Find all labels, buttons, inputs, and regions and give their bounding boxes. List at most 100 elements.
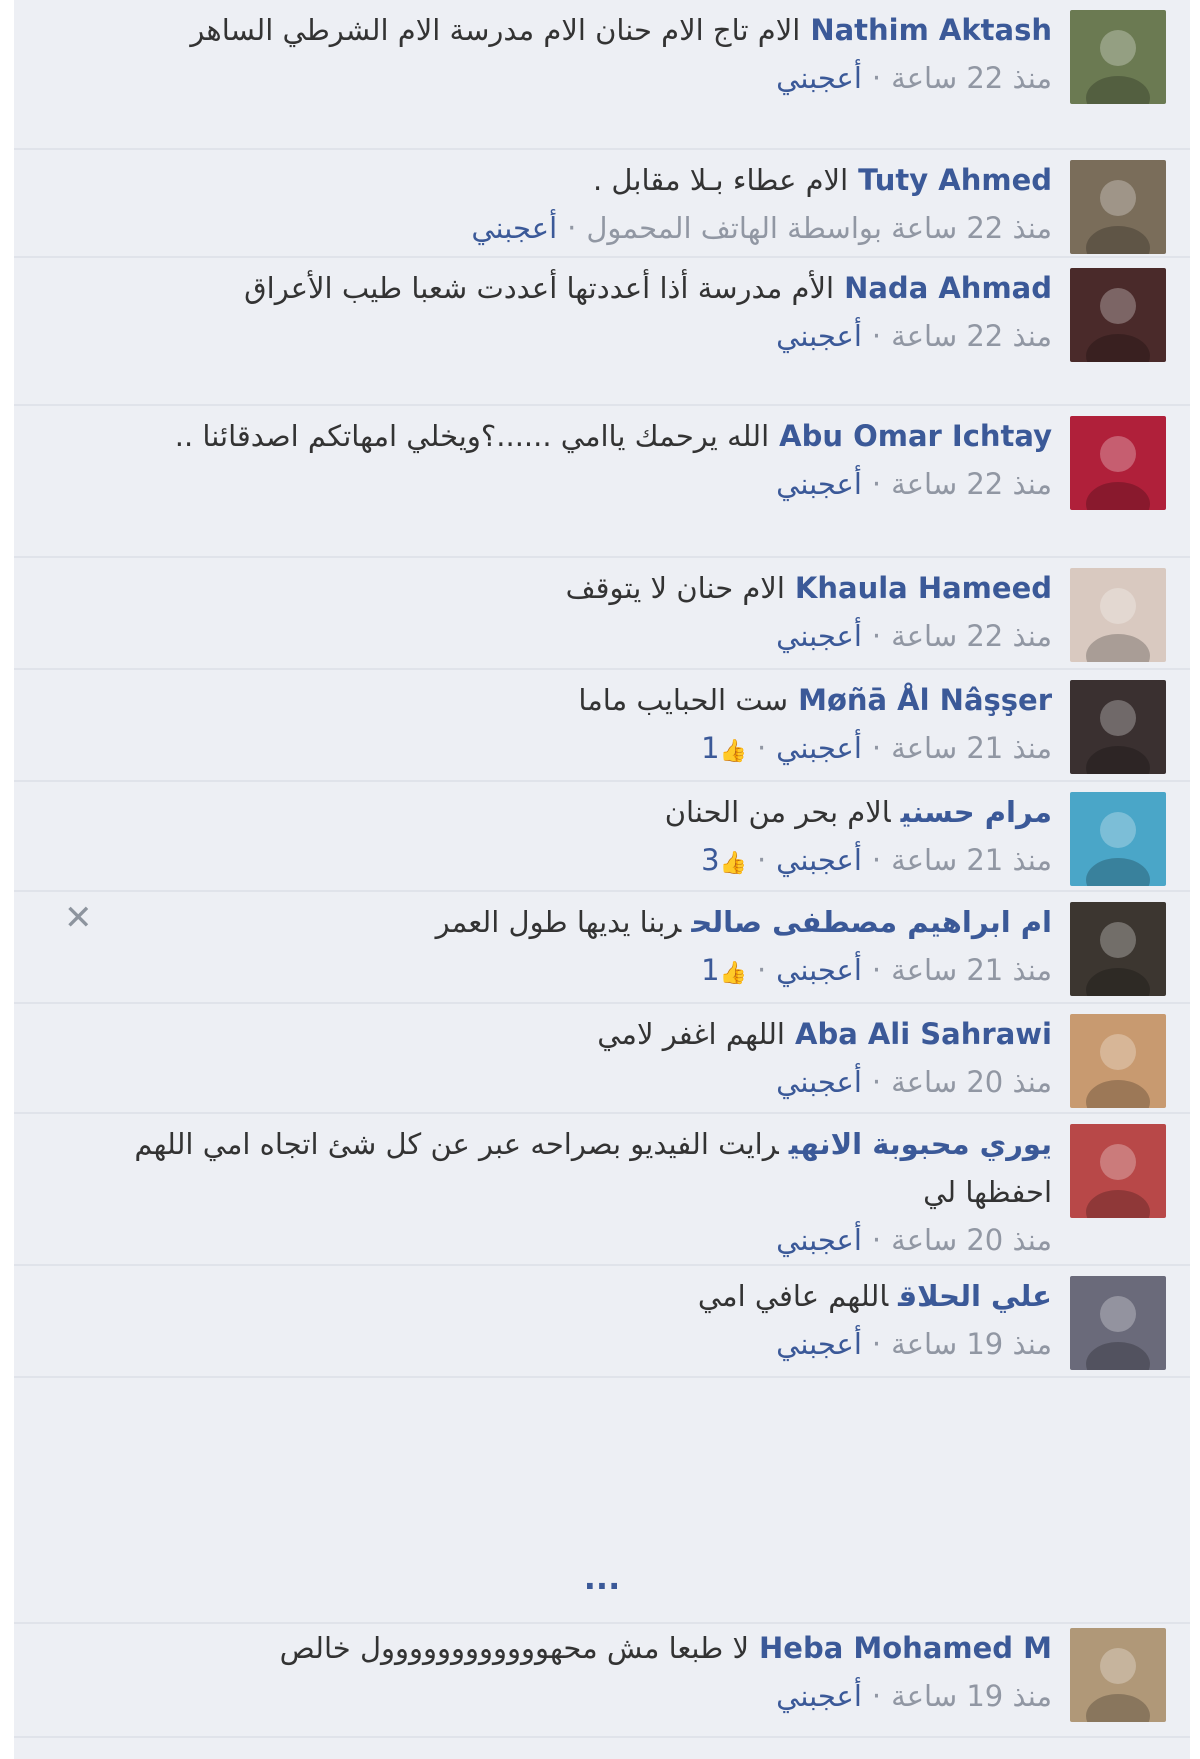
comment-timestamp[interactable]: منذ 21 ساعة [891, 843, 1052, 877]
comment-message: الام تاج الام حنان الام مدرسة الام الشرط… [190, 13, 801, 47]
comment-author[interactable]: Nathim Aktash [810, 13, 1052, 47]
comment-message: اللهم عافي امي [697, 1279, 889, 1313]
like-link[interactable]: أعجبني [776, 953, 862, 987]
comment-timestamp[interactable]: منذ 19 ساعة [891, 1327, 1052, 1361]
like-link[interactable]: أعجبني [776, 319, 862, 353]
comment-feed: Nathim Aktash الام تاج الام حنان الام مدر… [14, 0, 1190, 1759]
comment-text: Nada Ahmad الأم مدرسة أذا أعددتها أعددت ش… [54, 264, 1052, 312]
comment-item: ام ابراهيم مصطفى صالح ربنا يديها طول العم… [14, 892, 1190, 1004]
like-link[interactable]: أعجبني [471, 211, 557, 245]
comment-author[interactable]: مرام حسني [901, 795, 1052, 829]
comment-meta: منذ 22 ساعة · أعجبني [54, 312, 1052, 360]
comment-author[interactable]: Møñā Ål Nâşşer [798, 683, 1052, 717]
comment-body: مرام حسني الام بحر من الحنان منذ 21 ساعة · أ… [54, 788, 1052, 888]
comment-text: Tuty Ahmed الام عطاء بـلا مقابل . [54, 156, 1052, 204]
comment-author[interactable]: يوري محبوبة الانهي [789, 1127, 1052, 1161]
comment-meta: منذ 19 ساعة · أعجبني [54, 1320, 1052, 1368]
comment-author[interactable]: Abu Omar Ichtay [779, 419, 1052, 453]
comment-author[interactable]: Heba Mohamed M [759, 1631, 1052, 1665]
comment-body: Aba Ali Sahrawi اللهم اغفر لامي منذ 20 ساع… [54, 1010, 1052, 1106]
like-count[interactable]: 👍1 [701, 731, 747, 765]
like-link[interactable]: أعجبني [776, 1223, 862, 1257]
comment-meta: منذ 21 ساعة · أعجبني · 👍1 [54, 946, 1052, 998]
avatar[interactable] [1070, 680, 1166, 774]
comment-author[interactable]: Aba Ali Sahrawi [795, 1017, 1052, 1051]
like-link[interactable]: أعجبني [776, 619, 862, 653]
separator-dot: · [871, 61, 882, 95]
comment-body: Heba Mohamed M لا طبعا مش محهوووووووووووو… [54, 1624, 1052, 1720]
comment-body: Khaula Hameed الام حنان لا يتوقف منذ 22 سا… [54, 564, 1052, 660]
comment-timestamp[interactable]: منذ 22 ساعة [891, 467, 1052, 501]
comment-timestamp[interactable]: منذ 20 ساعة [891, 1065, 1052, 1099]
comment-body: Nathim Aktash الام تاج الام حنان الام مدر… [54, 6, 1052, 102]
comment-timestamp[interactable]: منذ 21 ساعة [891, 953, 1052, 987]
comment-body: Nada Ahmad الأم مدرسة أذا أعددتها أعددت ش… [54, 264, 1052, 360]
avatar[interactable] [1070, 902, 1166, 996]
separator-dot: · [567, 211, 577, 245]
avatar[interactable] [1070, 1124, 1166, 1218]
comment-meta: منذ 20 ساعة · أعجبني [54, 1058, 1052, 1106]
close-icon[interactable]: ✕ [64, 898, 93, 938]
comment-meta: منذ 22 ساعة · أعجبني [54, 612, 1052, 660]
comment-author[interactable]: علي الحلاق [898, 1279, 1052, 1313]
separator-dot: · [871, 619, 882, 653]
avatar[interactable] [1070, 792, 1166, 886]
separator-dot: · [756, 953, 767, 987]
comment-item: Møñā Ål Nâşşer ست الحبايب ماما منذ 21 ساعة… [14, 670, 1190, 782]
comment-timestamp[interactable]: منذ 22 ساعة [891, 619, 1052, 653]
comment-message: لا طبعا مش محهوووووووووووول خالص [279, 1631, 750, 1665]
comment-text: Nathim Aktash الام تاج الام حنان الام مدر… [54, 6, 1052, 54]
like-count-value: 3 [701, 843, 720, 877]
comment-text: Heba Mohamed M لا طبعا مش محهوووووووووووو… [54, 1624, 1052, 1672]
avatar[interactable] [1070, 160, 1166, 254]
like-link[interactable]: أعجبني [776, 843, 862, 877]
comment-text: Aba Ali Sahrawi اللهم اغفر لامي [54, 1010, 1052, 1058]
comment-text: يوري محبوبة الانهيرايت الفيديو بصراحه عب… [54, 1120, 1052, 1216]
avatar[interactable] [1070, 1014, 1166, 1108]
avatar[interactable] [1070, 10, 1166, 104]
comment-author[interactable]: Nada Ahmad [844, 271, 1052, 305]
comment-item: يوري محبوبة الانهيرايت الفيديو بصراحه عب… [14, 1114, 1190, 1266]
avatar[interactable] [1070, 416, 1166, 510]
comment-text: علي الحلاق اللهم عافي امي [54, 1272, 1052, 1320]
comment-timestamp[interactable]: منذ 22 ساعة بواسطة الهاتف المحمول [586, 211, 1052, 245]
comment-message: ست الحبايب ماما [578, 683, 789, 717]
avatar[interactable] [1070, 268, 1166, 362]
comment-timestamp[interactable]: منذ 19 ساعة [891, 1679, 1052, 1713]
like-count[interactable]: 👍3 [701, 843, 747, 877]
comment-meta: منذ 22 ساعة · أعجبني [54, 460, 1052, 508]
comment-message: ربنا يديها طول العمر [435, 905, 682, 939]
comment-text: ام ابراهيم مصطفى صالح ربنا يديها طول العم… [54, 898, 1052, 946]
separator-dot: · [871, 843, 882, 877]
like-link[interactable]: أعجبني [776, 1679, 862, 1713]
thumbs-up-icon: 👍 [719, 851, 747, 876]
comment-author[interactable]: Tuty Ahmed [858, 163, 1052, 197]
comment-text: Abu Omar Ichtay الله يرحمك ياامي ......؟و… [54, 412, 1052, 460]
comment-timestamp[interactable]: منذ 22 ساعة [891, 61, 1052, 95]
comment-author[interactable]: Khaula Hameed [795, 571, 1052, 605]
avatar[interactable] [1070, 568, 1166, 662]
comment-message: الام بحر من الحنان [664, 795, 891, 829]
comment-author[interactable]: ام ابراهيم مصطفى صالح [691, 905, 1052, 939]
separator-dot: · [871, 467, 882, 501]
comment-item: Abu Omar Ichtay الله يرحمك ياامي ......؟و… [14, 406, 1190, 558]
avatar[interactable] [1070, 1276, 1166, 1370]
like-count[interactable]: 👍1 [701, 953, 747, 987]
like-link[interactable]: أعجبني [776, 731, 862, 765]
separator-dot: · [756, 731, 767, 765]
avatar[interactable] [1070, 1628, 1166, 1722]
like-link[interactable]: أعجبني [776, 1065, 862, 1099]
view-more-comments[interactable]: ... [14, 1548, 1190, 1624]
comment-message: اللهم اغفر لامي [597, 1017, 785, 1051]
like-count-value: 1 [701, 731, 720, 765]
like-link[interactable]: أعجبني [776, 61, 862, 95]
comment-meta: منذ 19 ساعة · أعجبني [54, 1672, 1052, 1720]
thumbs-up-icon: 👍 [719, 961, 747, 986]
like-link[interactable]: أعجبني [776, 467, 862, 501]
comment-timestamp[interactable]: منذ 20 ساعة [891, 1223, 1052, 1257]
comment-meta: منذ 21 ساعة · أعجبني · 👍3 [54, 836, 1052, 888]
comment-timestamp[interactable]: منذ 22 ساعة [891, 319, 1052, 353]
comment-body: Tuty Ahmed الام عطاء بـلا مقابل . منذ 22 س… [54, 156, 1052, 252]
like-link[interactable]: أعجبني [776, 1327, 862, 1361]
comment-timestamp[interactable]: منذ 21 ساعة [891, 731, 1052, 765]
